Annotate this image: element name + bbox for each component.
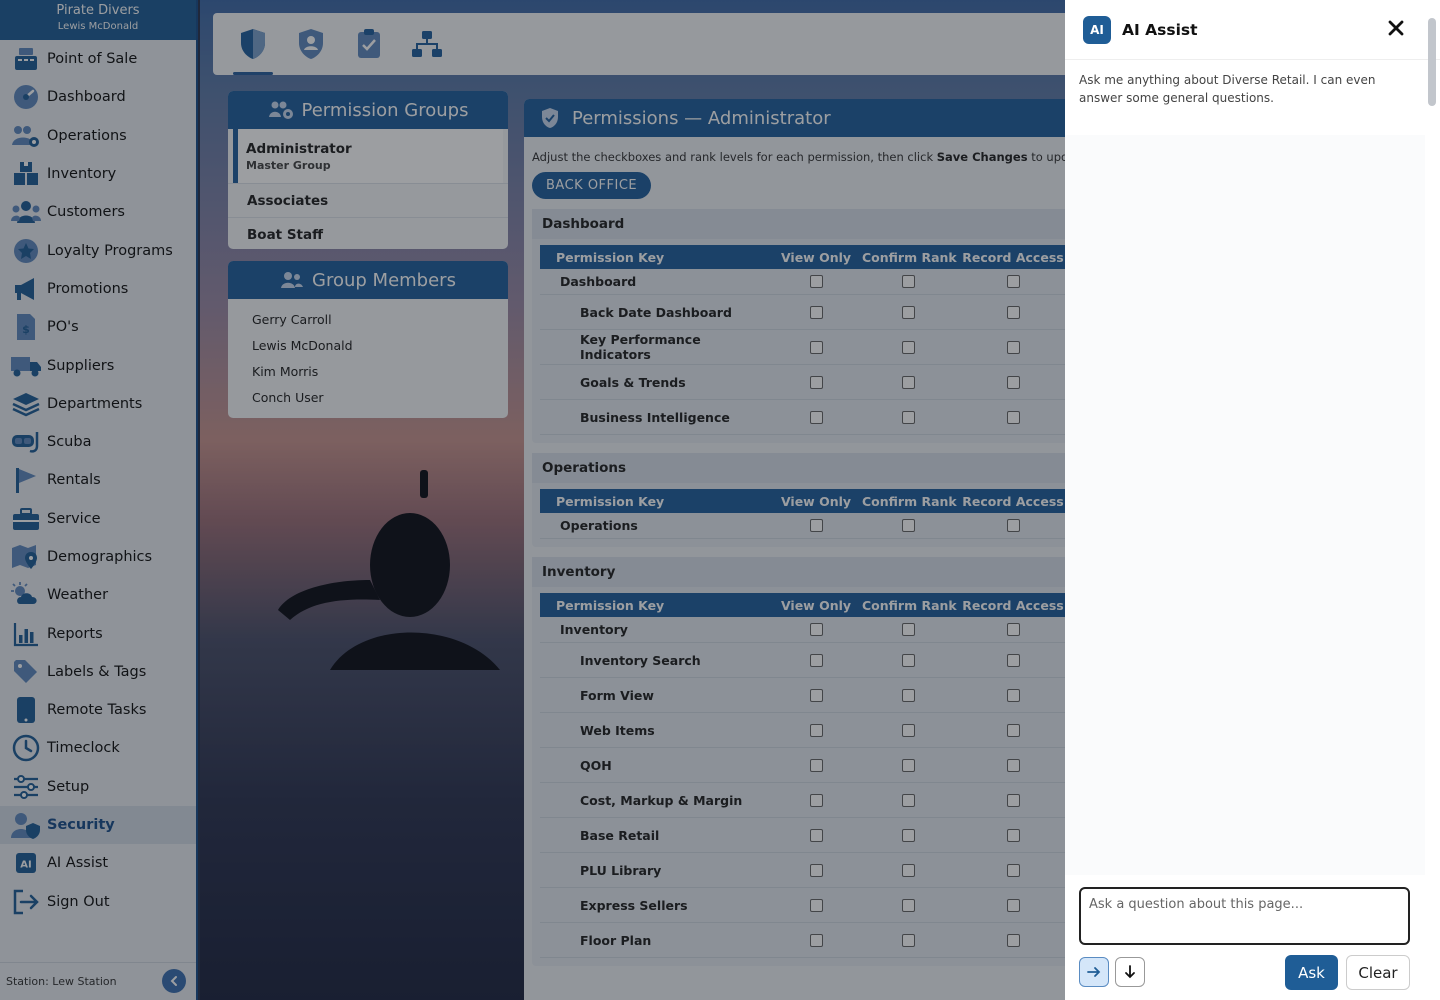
clear-button[interactable]: Clear xyxy=(1346,955,1410,990)
ai-assist-header: AI AI Assist xyxy=(1065,0,1440,60)
ai-assist-title: AI Assist xyxy=(1122,20,1198,39)
close-icon xyxy=(1388,20,1404,36)
arrow-down-icon xyxy=(1125,965,1135,979)
modal-overlay[interactable] xyxy=(0,0,1065,1000)
ai-intro-text: Ask me anything about Diverse Retail. I … xyxy=(1079,73,1376,105)
send-mode-button[interactable] xyxy=(1079,957,1109,987)
scroll-down-button[interactable] xyxy=(1115,957,1145,987)
ai-scrollbar[interactable] xyxy=(1428,18,1436,106)
arrow-right-icon xyxy=(1087,967,1101,977)
ai-assist-panel: AI AI Assist Ask me anything about Diver… xyxy=(1065,0,1440,1000)
ai-question-input[interactable] xyxy=(1079,887,1410,945)
ask-button[interactable]: Ask xyxy=(1285,955,1338,990)
close-button[interactable] xyxy=(1386,18,1406,38)
ai-chip-icon: AI xyxy=(1083,15,1111,44)
